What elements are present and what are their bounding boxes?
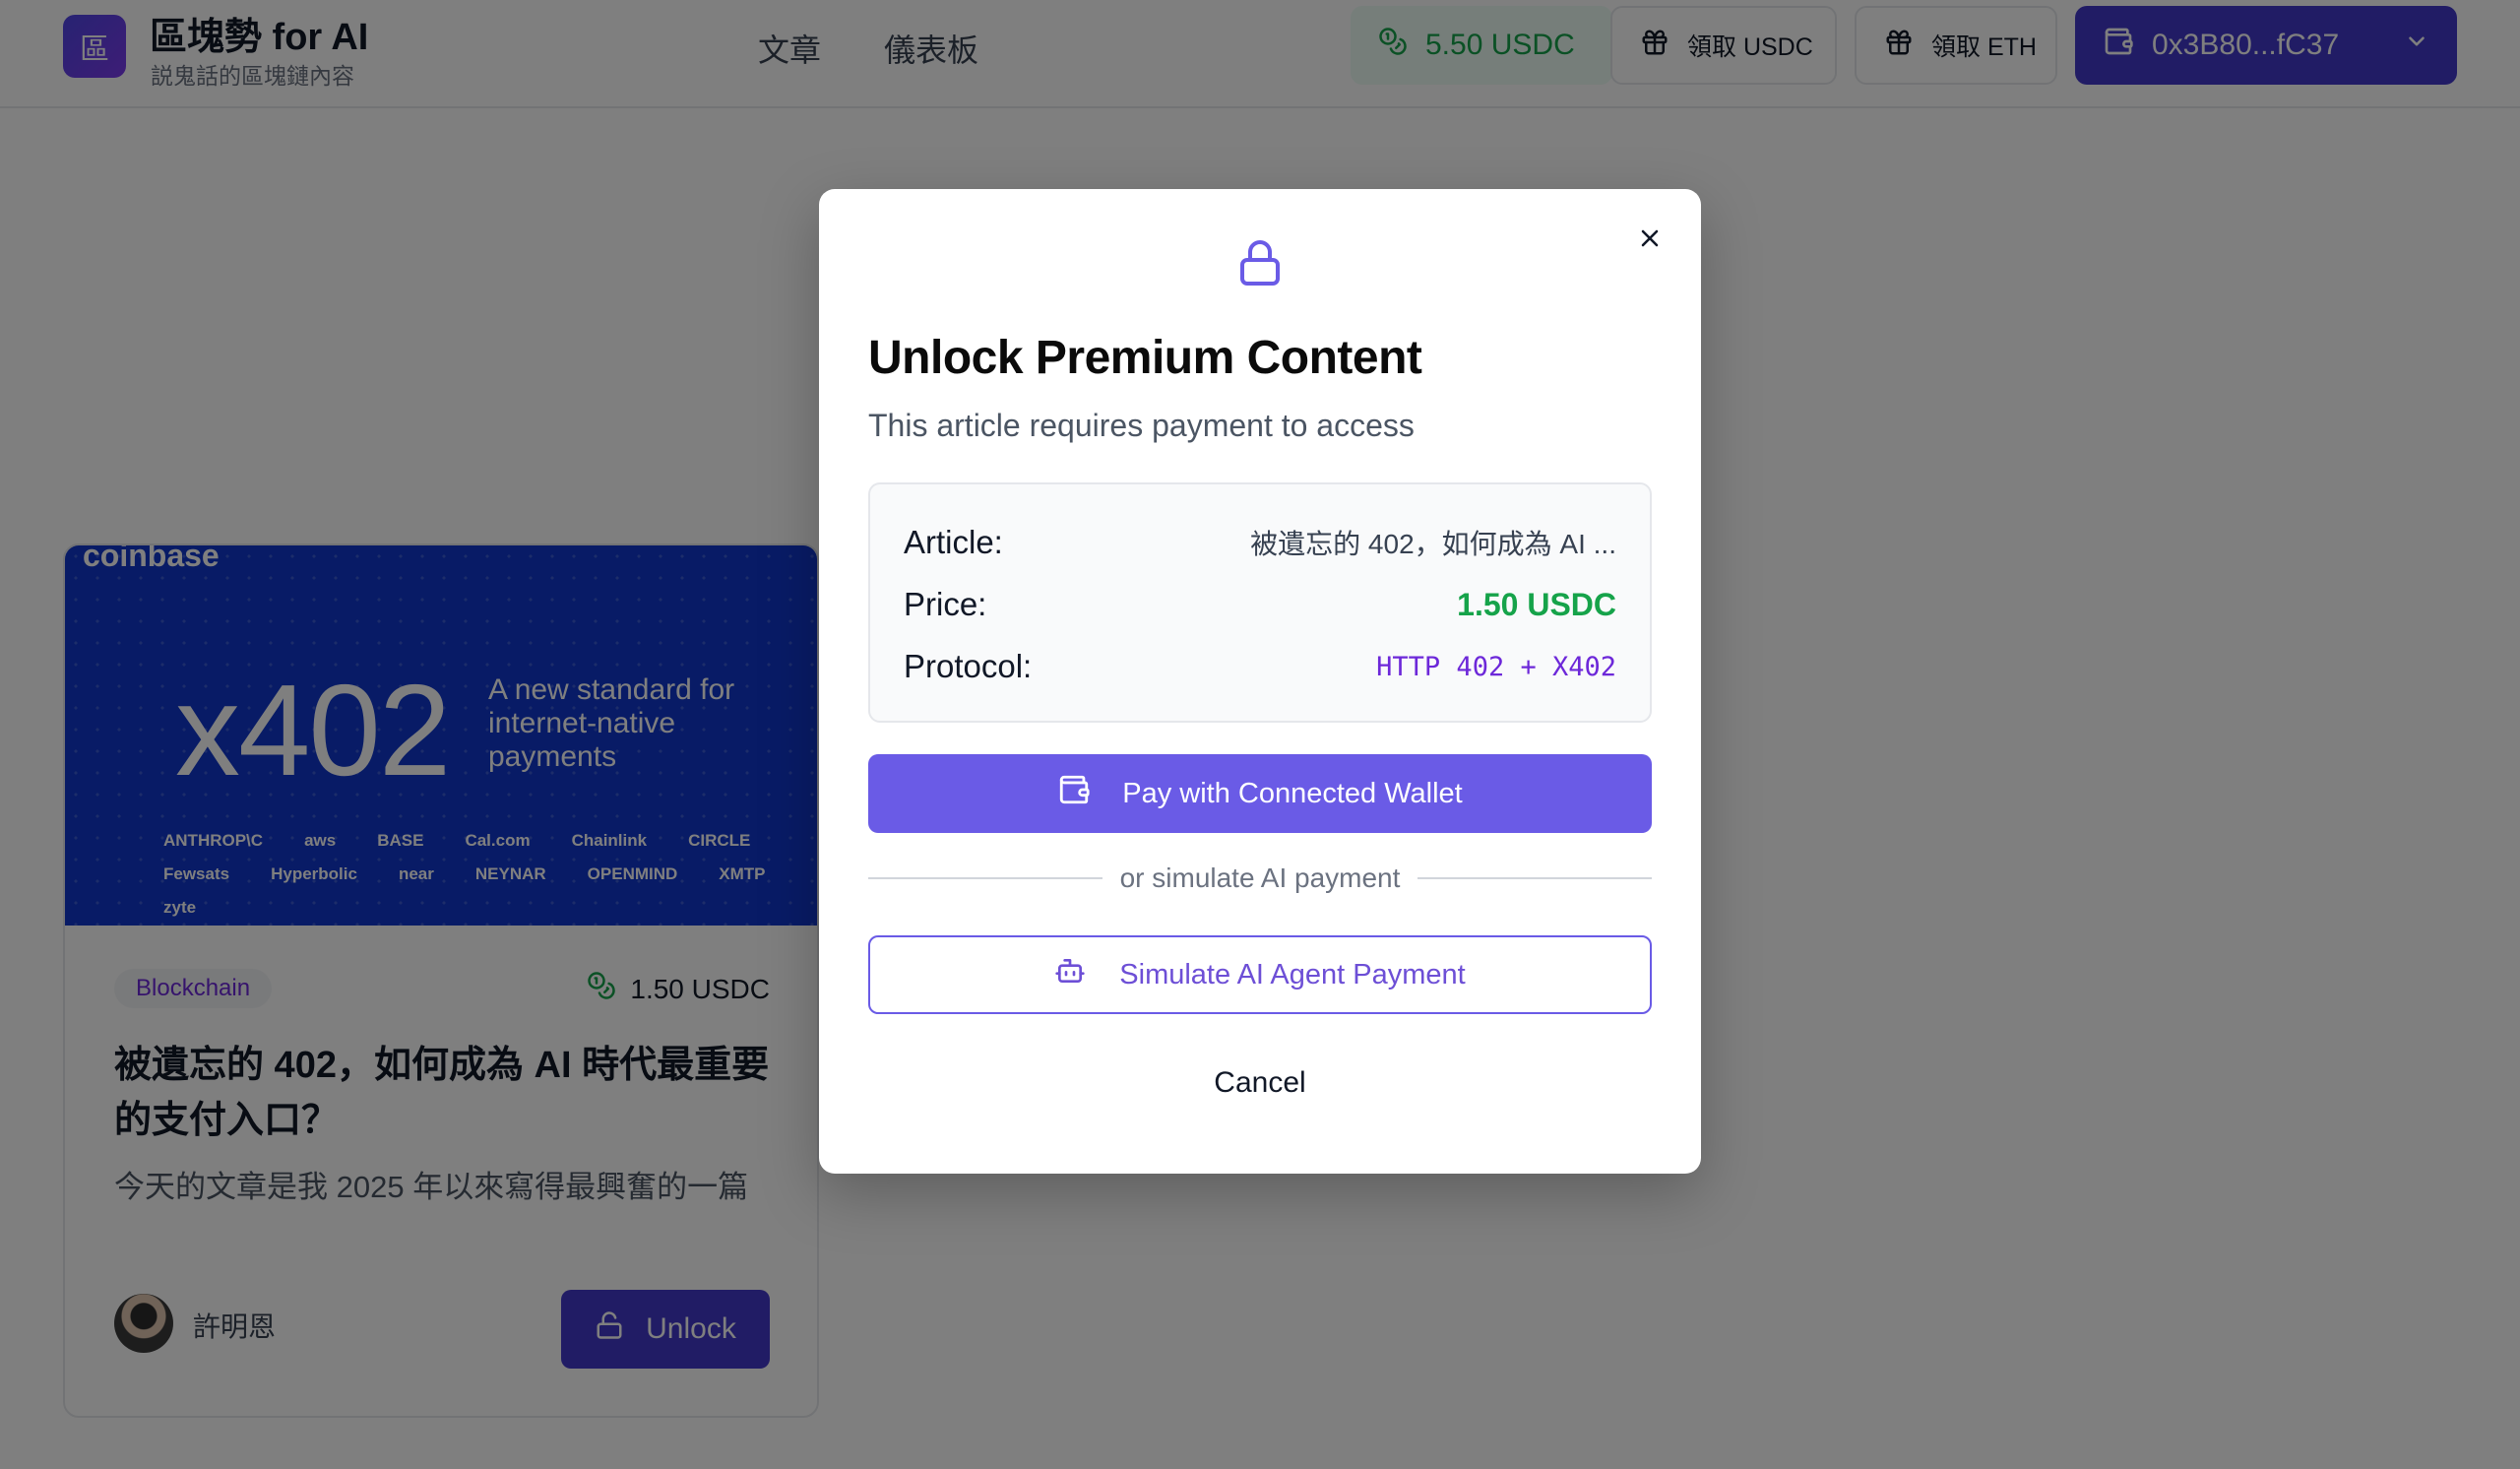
pay-with-wallet-button[interactable]: Pay with Connected Wallet (868, 754, 1652, 833)
payment-details: Article: 被遺忘的 402，如何成為 AI ... Price: 1.5… (868, 482, 1652, 723)
simulate-ai-payment-button[interactable]: Simulate AI Agent Payment (868, 935, 1652, 1014)
divider: or simulate AI payment (868, 859, 1652, 898)
close-button[interactable] (1628, 219, 1671, 262)
bot-icon (1054, 955, 1086, 994)
divider-text: or simulate AI payment (1119, 862, 1401, 893)
price-label: Price: (904, 586, 987, 622)
modal-subtitle: This article requires payment to access (868, 408, 1415, 443)
simulate-ai-payment-label: Simulate AI Agent Payment (1119, 958, 1466, 990)
payment-modal: Unlock Premium Content This article requ… (819, 189, 1701, 1174)
divider-line (1418, 877, 1652, 879)
protocol-label: Protocol: (904, 648, 1033, 684)
article-label: Article: (904, 524, 1003, 560)
wallet-icon (1057, 773, 1091, 814)
detail-row-price: Price: 1.50 USDC (904, 580, 1616, 629)
article-value: 被遺忘的 402，如何成為 AI ... (1250, 529, 1616, 559)
detail-row-protocol: Protocol: HTTP 402 + X402 (904, 642, 1616, 691)
price-value: 1.50 USDC (1457, 586, 1616, 622)
divider-line (868, 877, 1102, 879)
pay-with-wallet-label: Pay with Connected Wallet (1122, 777, 1463, 809)
lock-icon (1236, 236, 1284, 292)
cancel-button[interactable]: Cancel (868, 1054, 1652, 1113)
close-icon (1636, 224, 1664, 257)
protocol-value: HTTP 402 + X402 (1376, 651, 1616, 682)
detail-row-article: Article: 被遺忘的 402，如何成為 AI ... (904, 518, 1616, 567)
modal-title: Unlock Premium Content (868, 332, 1422, 384)
